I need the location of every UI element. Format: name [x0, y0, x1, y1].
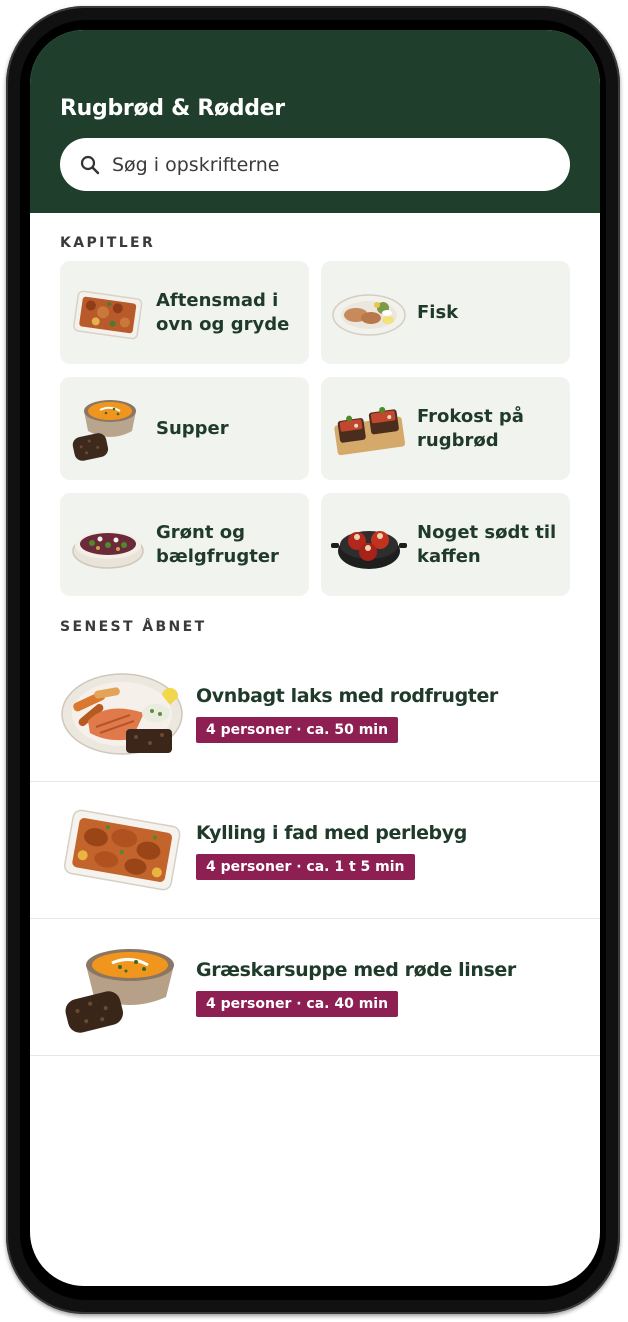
app-screen: Rugbrød & Rødder KAPITLER	[30, 30, 600, 1286]
salmon-plate-icon	[61, 673, 183, 755]
casserole-dish-icon	[73, 290, 143, 340]
search-bar[interactable]	[60, 138, 570, 191]
recent-item-title: Kylling i fad med perlebyg	[196, 822, 467, 844]
chapter-card-frokost[interactable]: Frokost på rugbrød	[321, 377, 570, 480]
recent-item-title: Ovnbagt laks med rodfrugter	[196, 685, 498, 707]
salad-bowl-icon	[72, 531, 144, 569]
recent-item[interactable]: Græskarsuppe med røde linser 4 personer …	[30, 919, 600, 1056]
chapter-card-groent[interactable]: Grønt og bælgfrugter	[60, 493, 309, 596]
chapters-grid: Aftensmad i ovn og gryde Fisk Supper Fro…	[60, 261, 570, 596]
search-input[interactable]	[112, 138, 552, 191]
open-sandwich-icon	[334, 406, 406, 456]
recent-item-title: Græskarsuppe med røde linser	[196, 959, 516, 981]
chapter-card-supper[interactable]: Supper	[60, 377, 309, 480]
chapter-card-soedt[interactable]: Noget sødt til kaffen	[321, 493, 570, 596]
chapter-label: Fisk	[417, 301, 459, 323]
pumpkin-soup-icon	[65, 949, 174, 1033]
recent-item-meta-badge: 4 personer · ca. 50 min	[196, 717, 399, 743]
chapter-label: Supper	[156, 417, 229, 439]
chapter-label: Frokost på rugbrød	[417, 405, 524, 451]
app-header: Rugbrød & Rødder	[30, 30, 600, 213]
search-icon	[80, 155, 100, 175]
recent-item-meta-badge: 4 personer · ca. 40 min	[196, 991, 399, 1017]
chapter-label: Grønt og bælgfrugter	[156, 521, 279, 567]
recent-list: Ovnbagt laks med rodfrugter 4 personer ·…	[30, 645, 600, 1056]
recent-section-label: SENEST ÅBNET	[60, 619, 207, 635]
soup-bowl-icon	[72, 400, 136, 461]
chapter-card-fisk[interactable]: Fisk	[321, 261, 570, 364]
chapter-card-aftensmad[interactable]: Aftensmad i ovn og gryde	[60, 261, 309, 364]
chapter-label: Aftensmad i ovn og gryde	[156, 289, 290, 335]
chicken-dish-icon	[63, 809, 181, 891]
chapter-label: Noget sødt til kaffen	[417, 521, 557, 567]
recent-item-meta-badge: 4 personer · ca. 1 t 5 min	[196, 854, 415, 880]
app-title: Rugbrød & Rødder	[60, 96, 285, 121]
recent-item[interactable]: Ovnbagt laks med rodfrugter 4 personer ·…	[30, 645, 600, 782]
chapters-section-label: KAPITLER	[60, 235, 156, 251]
fish-plate-icon	[332, 294, 406, 336]
baked-apples-icon	[331, 531, 407, 569]
recent-item[interactable]: Kylling i fad med perlebyg 4 personer · …	[30, 782, 600, 919]
